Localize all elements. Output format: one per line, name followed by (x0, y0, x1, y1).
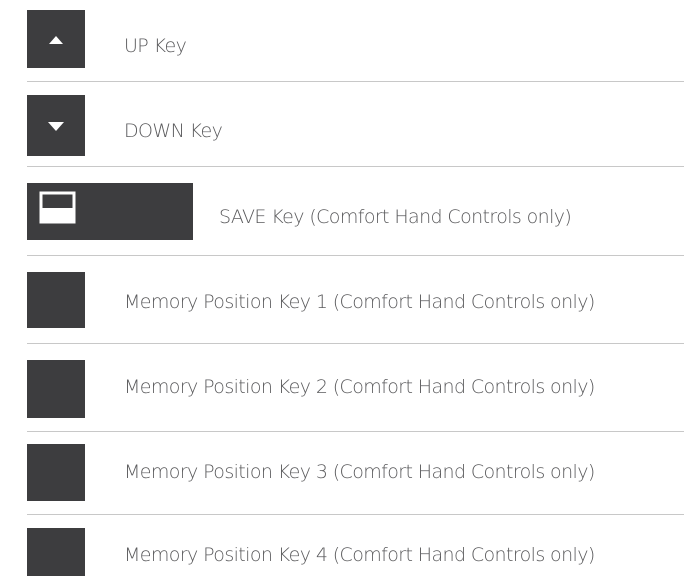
key-row-memory-4: Memory Position Key 4 (Comfort Hand Cont… (0, 515, 684, 576)
key-row-up: UP Key (0, 0, 684, 82)
save-key-swatch (27, 183, 193, 240)
down-key-label: DOWN Key (124, 120, 223, 142)
up-key-label: UP Key (124, 35, 187, 57)
memory-key-3-label: Memory Position Key 3 (Comfort Hand Cont… (124, 461, 595, 483)
up-key-swatch (27, 10, 85, 68)
key-row-memory-1: Memory Position Key 1 (Comfort Hand Cont… (0, 256, 684, 343)
memory-key-1-label: Memory Position Key 1 (Comfort Hand Cont… (124, 291, 595, 313)
save-key-label: SAVE Key (Comfort Hand Controls only) (219, 206, 572, 228)
triangle-up-icon (49, 36, 63, 44)
key-row-down: DOWN Key (0, 82, 684, 167)
memory-key-2-label: Memory Position Key 2 (Comfort Hand Cont… (124, 376, 595, 398)
memory-key-4-swatch (27, 528, 85, 576)
triangle-down-icon (48, 122, 64, 131)
key-row-save: SAVE Key (Comfort Hand Controls only) (0, 167, 684, 255)
key-row-memory-2: Memory Position Key 2 (Comfort Hand Cont… (0, 344, 684, 431)
key-row-memory-3: Memory Position Key 3 (Comfort Hand Cont… (0, 432, 684, 514)
memory-key-4-label: Memory Position Key 4 (Comfort Hand Cont… (124, 544, 595, 566)
memory-key-2-swatch (27, 360, 85, 418)
memory-key-1-swatch (27, 272, 85, 328)
save-icon (39, 191, 76, 224)
down-key-swatch (27, 95, 85, 156)
memory-key-3-swatch (27, 444, 85, 501)
